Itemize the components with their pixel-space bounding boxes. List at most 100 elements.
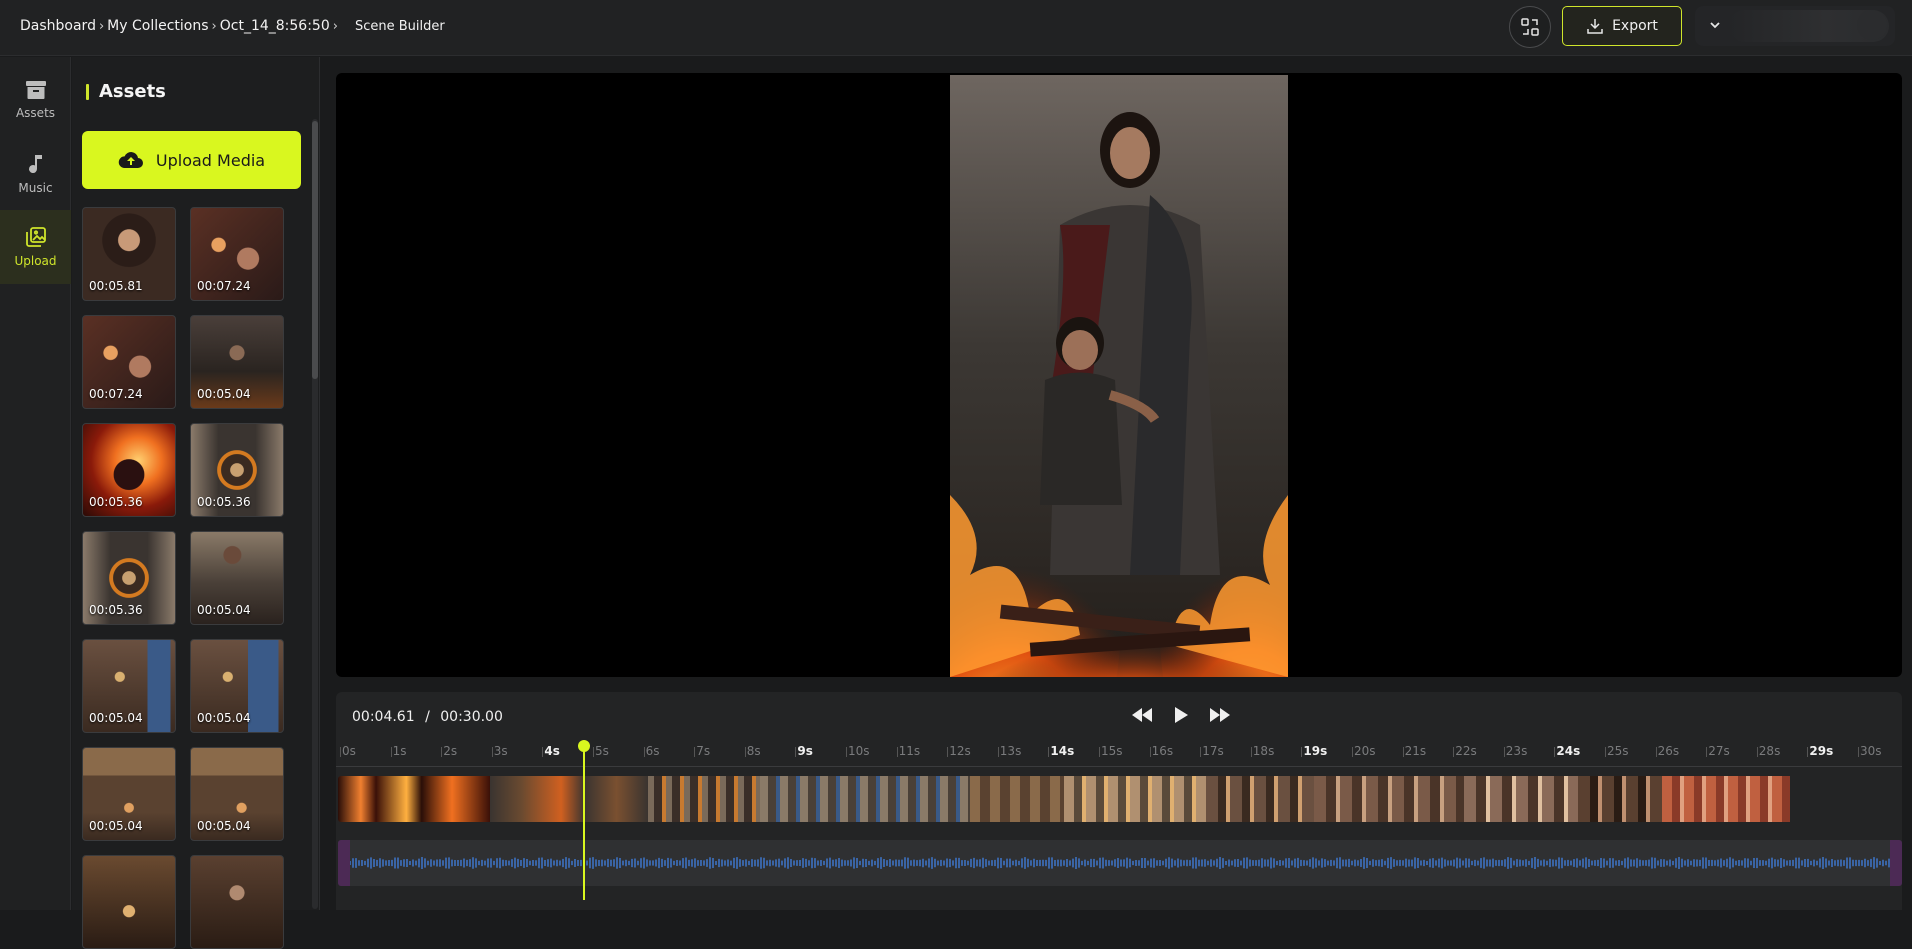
ruler-tick-label: 20s — [1352, 744, 1376, 758]
upload-images-icon — [25, 227, 46, 247]
asset-duration: 00:05.36 — [197, 495, 251, 509]
video-preview[interactable] — [336, 73, 1902, 677]
time-ruler[interactable]: 0s 1s 2s 3s 4s 5s 6s 7s 8s 9s 10s 11s 12s 13s 14s 15s 16… — [338, 744, 1900, 764]
cloud-upload-icon — [118, 152, 143, 168]
time-readout: 00:04.61 / 00:30.00 — [352, 709, 503, 725]
asset-duration: 00:07.24 — [197, 279, 251, 293]
ruler-tick-label: 26s — [1655, 744, 1680, 758]
upload-media-label: Upload Media — [155, 150, 266, 170]
ruler-tick-label: 24s — [1554, 744, 1581, 758]
ruler-tick-label: 12s — [947, 744, 971, 758]
layout-icon — [1521, 18, 1539, 36]
ruler-tick-label: 25s — [1605, 744, 1629, 758]
asset-thumbnail[interactable]: 00:05.81 — [82, 207, 176, 301]
ruler-tick-label: 28s — [1756, 744, 1781, 758]
rail-item-assets[interactable]: Assets — [0, 63, 71, 137]
assets-scrollbar-thumb[interactable] — [312, 121, 318, 379]
rail-item-upload[interactable]: Upload — [0, 210, 71, 284]
ruler-tick-label: 2s — [441, 744, 458, 758]
preview-frame — [950, 75, 1288, 677]
video-clip[interactable] — [1206, 776, 1314, 822]
video-clip[interactable] — [1578, 776, 1662, 822]
video-clip[interactable] — [1314, 776, 1464, 822]
ruler-tick-label: 7s — [694, 744, 711, 758]
export-button[interactable]: Export — [1562, 6, 1682, 46]
avatar[interactable] — [1857, 10, 1887, 40]
asset-thumbnail[interactable]: 00:05.04 — [190, 531, 284, 625]
chevron-right-icon: › — [98, 18, 105, 34]
asset-thumbnail[interactable]: 00:07.24 — [190, 207, 284, 301]
video-clip[interactable] — [1662, 776, 1790, 822]
breadcrumb-collection[interactable]: Oct_14_8:56:50 — [220, 18, 330, 34]
video-clip[interactable] — [338, 776, 490, 822]
assets-heading: Assets — [86, 81, 166, 102]
top-bar: Dashboard › My Collections › Oct_14_8:56… — [0, 0, 1912, 56]
video-clip[interactable] — [760, 776, 970, 822]
asset-duration: 00:05.36 — [89, 495, 143, 509]
page-title: Scene Builder — [354, 18, 445, 34]
ruler-tick-label: 19s — [1301, 744, 1328, 758]
video-clip[interactable] — [648, 776, 760, 822]
asset-duration: 00:05.04 — [89, 819, 143, 833]
ruler-tick-label: 0s — [340, 744, 356, 758]
total-time: 00:30.00 — [440, 709, 503, 725]
video-clip[interactable] — [1064, 776, 1206, 822]
asset-thumbnail[interactable]: 00:05.04 — [190, 639, 284, 733]
asset-thumbnail[interactable]: 00:05.36 — [82, 423, 176, 517]
rail-label-assets: Assets — [15, 106, 56, 120]
asset-duration: 00:05.04 — [197, 603, 251, 617]
asset-thumbnail[interactable] — [190, 855, 284, 949]
archive-icon — [25, 81, 46, 99]
ruler-tick-label: 3s — [491, 744, 508, 758]
ruler-tick-label: 30s — [1858, 744, 1882, 758]
asset-thumbnail[interactable]: 00:05.04 — [190, 315, 284, 409]
breadcrumb-dashboard[interactable]: Dashboard — [20, 18, 96, 34]
ruler-tick-label: 11s — [896, 744, 921, 758]
play-icon[interactable] — [1173, 706, 1189, 724]
timeline-panel: 00:04.61 / 00:30.00 0s 1s 2s 3s 4s 5s 6s 7s 8s 9s… — [336, 692, 1902, 910]
account-menu[interactable] — [1695, 6, 1895, 46]
ruler-tick-label: 10s — [846, 744, 870, 758]
asset-thumbnail[interactable]: 00:05.04 — [190, 747, 284, 841]
rail-label-music: Music — [18, 181, 53, 195]
asset-duration: 00:05.04 — [89, 711, 143, 725]
layout-toggle-button[interactable] — [1509, 6, 1551, 48]
asset-thumbnail[interactable]: 00:05.04 — [82, 747, 176, 841]
video-clip[interactable] — [1464, 776, 1578, 822]
audio-trim-handle-right[interactable] — [1890, 840, 1902, 886]
breadcrumb: Dashboard › My Collections › Oct_14_8:56… — [20, 18, 445, 34]
asset-duration: 00:07.24 — [89, 387, 143, 401]
video-clip[interactable] — [970, 776, 1064, 822]
ruler-tick-label: 29s — [1807, 744, 1834, 758]
ruler-tick-label: 15s — [1099, 744, 1123, 758]
music-note-icon — [28, 155, 42, 174]
video-clip[interactable] — [490, 776, 648, 822]
asset-thumbnail[interactable] — [82, 855, 176, 949]
upload-media-button[interactable]: Upload Media — [82, 131, 301, 189]
breadcrumb-my-collections[interactable]: My Collections — [107, 18, 208, 34]
ruler-tick-label: 18s — [1250, 744, 1275, 758]
ruler-tick-label: 14s — [1048, 744, 1075, 758]
audio-trim-handle-left[interactable] — [338, 840, 350, 886]
asset-duration: 00:05.36 — [89, 603, 143, 617]
ruler-tick-label: 16s — [1149, 744, 1174, 758]
ruler-tick-label: 22s — [1453, 744, 1477, 758]
chevron-right-icon: › — [332, 18, 338, 34]
asset-thumbnail[interactable]: 00:05.36 — [190, 423, 284, 517]
assets-panel: Assets Upload Media 00:05.81 00:07.24 00… — [72, 57, 320, 949]
rewind-icon[interactable] — [1131, 707, 1153, 723]
playback-controls — [1131, 706, 1231, 724]
ruler-divider — [336, 766, 1902, 767]
audio-track[interactable] — [338, 840, 1902, 886]
playhead-line[interactable] — [583, 748, 585, 900]
ruler-tick-label: 13s — [997, 744, 1022, 758]
ruler-tick-label: 8s — [744, 744, 761, 758]
chevron-right-icon: › — [211, 18, 217, 34]
fast-forward-icon[interactable] — [1209, 707, 1231, 723]
asset-thumbnail[interactable]: 00:05.36 — [82, 531, 176, 625]
asset-thumbnail[interactable]: 00:07.24 — [82, 315, 176, 409]
rail-item-music[interactable]: Music — [0, 137, 71, 211]
ruler-tick-label: 27s — [1706, 744, 1730, 758]
asset-thumbnail[interactable]: 00:05.04 — [82, 639, 176, 733]
video-track[interactable] — [338, 776, 1858, 822]
